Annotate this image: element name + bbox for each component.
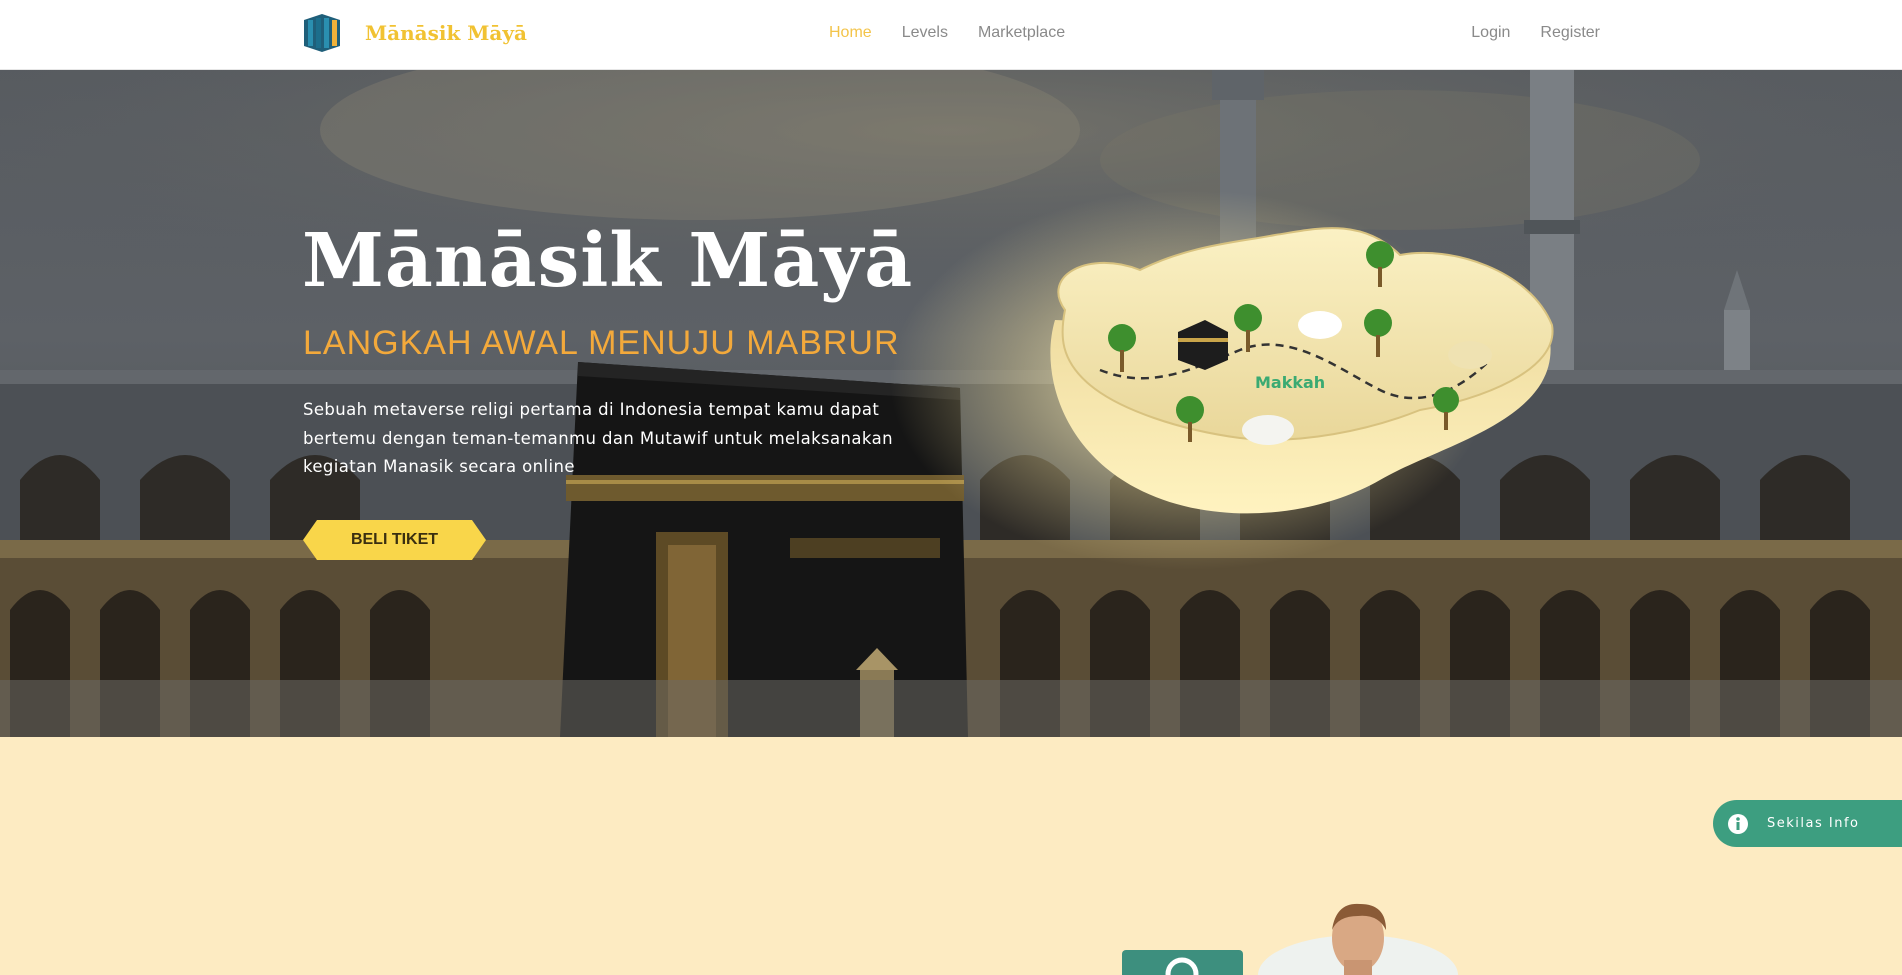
nav-home-link[interactable]: Home	[829, 24, 872, 42]
main-nav: Home Levels Marketplace	[829, 24, 1065, 42]
avatar-illustration	[1258, 903, 1458, 975]
sekilas-info-label: Sekilas Info	[1767, 816, 1860, 831]
buy-ticket-label: BELI TIKET	[350, 531, 439, 548]
hero-subtitle: LANGKAH AWAL MENUJU MABRUR	[303, 324, 900, 362]
login-link[interactable]: Login	[1471, 24, 1510, 42]
register-link[interactable]: Register	[1540, 24, 1600, 42]
hero-background-illustration: Makkah	[0, 70, 1902, 737]
sekilas-info-button[interactable]: Sekilas Info	[1713, 800, 1902, 847]
info-icon	[1728, 813, 1748, 834]
auth-nav: Login Register	[1471, 24, 1600, 42]
brand-name: Mānāsik Māyā	[365, 21, 527, 45]
hero-title: Mānāsik Māyā	[302, 218, 914, 304]
search-feature-card	[1122, 950, 1243, 975]
search-icon	[1165, 957, 1199, 975]
brand[interactable]: Mānāsik Māyā	[302, 12, 527, 54]
hero-section: Makkah Mānāsik Māyā LANGKAH AWAL MENUJU …	[0, 70, 1902, 737]
top-navbar: Mānāsik Māyā Home Levels Marketplace Log…	[0, 0, 1902, 70]
hero-description: Sebuah metaverse religi pertama di Indon…	[303, 400, 893, 476]
nav-marketplace-link[interactable]: Marketplace	[978, 24, 1065, 42]
nav-levels-link[interactable]: Levels	[902, 24, 948, 42]
brand-logo-icon	[304, 14, 340, 52]
svg-text:Makkah: Makkah	[1255, 373, 1325, 392]
buy-ticket-button[interactable]: BELI TIKET	[303, 520, 486, 560]
